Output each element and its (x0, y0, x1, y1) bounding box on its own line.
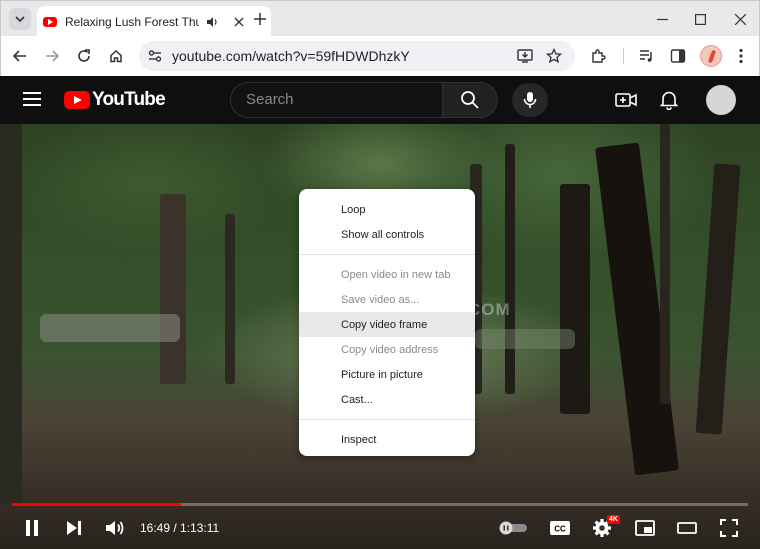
svg-text:CC: CC (554, 525, 566, 534)
autoplay-toggle[interactable] (497, 516, 529, 540)
queue-music-icon (640, 50, 652, 62)
browser-tab[interactable]: Relaxing Lush Forest Thunderstorm (37, 6, 271, 37)
search-button[interactable] (442, 82, 498, 118)
menu-separator (299, 254, 475, 255)
tab-title: Relaxing Lush Forest Thunderstorm (65, 14, 199, 29)
plus-icon (254, 13, 266, 25)
chevron-down-icon (15, 16, 25, 23)
progress-bar[interactable] (12, 503, 748, 506)
pause-icon (26, 520, 38, 536)
reload-icon (78, 49, 90, 62)
bell-icon (660, 91, 678, 110)
skip-next-icon (67, 521, 81, 535)
fullscreen-icon (720, 519, 738, 537)
menu-separator (299, 419, 475, 420)
arrow-right-icon (46, 50, 59, 62)
minimize-icon (656, 18, 668, 20)
close-icon (734, 13, 746, 25)
progress-played (12, 503, 182, 506)
subtitles-button[interactable]: CC (548, 516, 572, 540)
mic-icon (523, 92, 537, 108)
miniplayer-icon (635, 520, 655, 536)
maximize-button[interactable] (691, 10, 709, 28)
close-icon (234, 17, 244, 26)
home-icon (110, 49, 122, 63)
maximize-icon (694, 13, 706, 25)
autoplay-toggle-icon (499, 521, 527, 535)
profile-avatar[interactable] (700, 45, 722, 67)
forward-button[interactable] (42, 46, 62, 66)
closed-captions-icon: CC (550, 521, 570, 535)
miniplayer-button[interactable] (633, 516, 657, 540)
next-button[interactable] (62, 516, 86, 540)
time-display: 16:49 / 1:13:11 (140, 521, 220, 535)
menu-item-save-video-as: Save video as... (341, 293, 420, 306)
menu-item-copy-video-address: Copy video address (341, 343, 439, 356)
menu-item-show-all-controls[interactable]: Show all controls (299, 222, 475, 247)
address-bar[interactable]: youtube.com/watch?v=59fHDWDhzkY (139, 41, 575, 71)
fullscreen-button[interactable] (717, 516, 741, 540)
pause-button[interactable] (20, 516, 44, 540)
quality-badge: 4K (607, 515, 620, 524)
tune-icon (148, 50, 162, 62)
youtube-logo[interactable]: YouTube (64, 89, 166, 111)
menu-item-inspect[interactable]: Inspect (299, 427, 475, 452)
volume-icon (106, 521, 124, 535)
close-window-button[interactable] (731, 10, 749, 28)
context-menu: Loop Show all controls Open video in new… (299, 189, 475, 456)
notifications-button[interactable] (658, 89, 680, 111)
menu-item-picture-in-picture[interactable]: Picture in picture (299, 362, 475, 387)
url-text[interactable]: youtube.com/watch?v=59fHDWDhzkY (172, 48, 410, 64)
volume-button[interactable] (103, 516, 127, 540)
youtube-header: YouTube (0, 76, 760, 124)
video-add-icon (615, 93, 637, 107)
browser-menu-button[interactable] (731, 46, 751, 66)
back-button[interactable] (10, 46, 30, 66)
side-panel-button[interactable] (668, 46, 688, 66)
reload-button[interactable] (74, 46, 94, 66)
theater-mode-icon (677, 522, 697, 534)
youtube-favicon-icon (43, 16, 57, 27)
menu-item-open-video-new-tab: Open video in new tab (341, 268, 451, 281)
puzzle-icon (592, 49, 606, 63)
install-icon (517, 49, 533, 63)
more-vert-icon (739, 48, 743, 64)
browser-toolbar: youtube.com/watch?v=59fHDWDhzkY (0, 36, 760, 76)
extensions-button[interactable] (589, 46, 609, 66)
arrow-left-icon (13, 50, 26, 62)
close-tab-button[interactable] (231, 14, 247, 30)
tab-search-button[interactable] (9, 8, 31, 30)
search-input[interactable] (246, 91, 426, 108)
youtube-play-icon (64, 91, 90, 109)
side-panel-icon (670, 49, 686, 63)
site-info-button[interactable] (145, 46, 165, 66)
create-button[interactable] (615, 89, 637, 111)
minimize-button[interactable] (653, 10, 671, 28)
search-icon (461, 91, 479, 109)
home-button[interactable] (106, 46, 126, 66)
account-avatar[interactable] (706, 85, 736, 115)
tab-strip: Relaxing Lush Forest Thunderstorm (0, 0, 760, 37)
new-tab-button[interactable] (251, 10, 269, 28)
install-app-button[interactable] (516, 47, 534, 65)
search-box (230, 82, 442, 118)
menu-item-loop[interactable]: Loop (299, 197, 475, 222)
youtube-logo-text: YouTube (92, 89, 166, 110)
theater-mode-button[interactable] (675, 516, 699, 540)
media-controls-button[interactable] (637, 46, 657, 66)
voice-search-button[interactable] (512, 83, 548, 117)
audio-playing-icon[interactable] (205, 15, 219, 29)
menu-item-cast[interactable]: Cast... (299, 387, 475, 412)
bookmark-button[interactable] (545, 47, 563, 65)
menu-item-copy-video-frame[interactable]: Copy video frame (299, 312, 475, 337)
menu-icon[interactable] (23, 92, 41, 106)
toolbar-separator (623, 48, 624, 64)
star-icon (546, 48, 562, 64)
